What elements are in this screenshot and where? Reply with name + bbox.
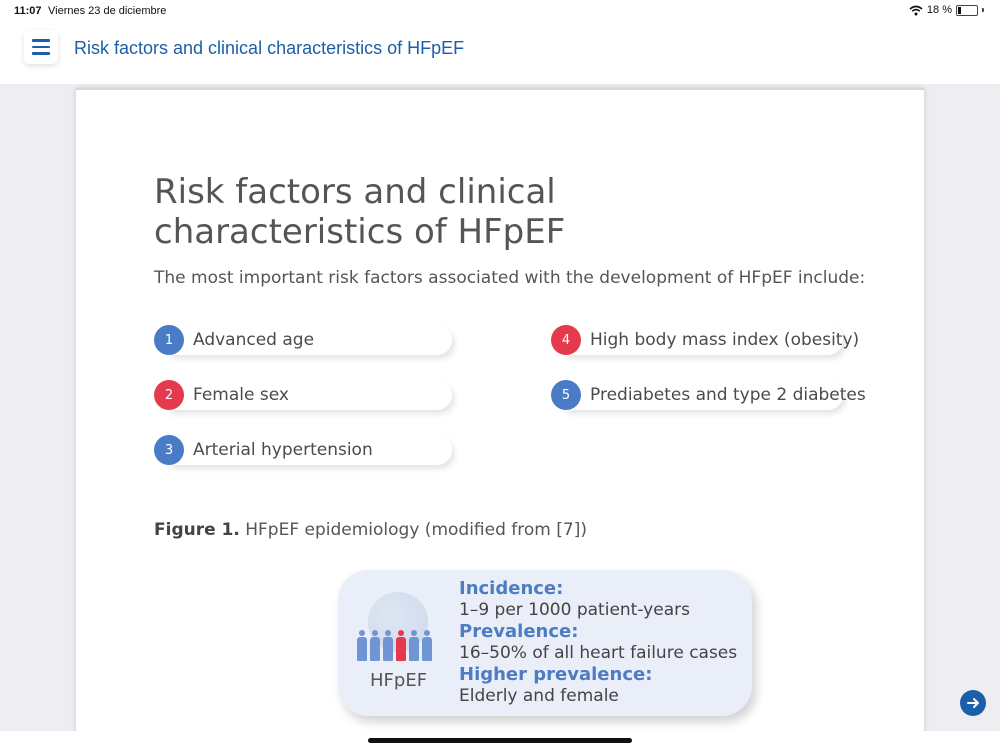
risk-factor-item: 4 High body mass index (obesity) (551, 325, 859, 355)
risk-number-badge: 4 (551, 325, 581, 355)
epidemiology-card: HFpEF Incidence: 1–9 per 1000 patient-ye… (338, 570, 752, 716)
person-icon (395, 630, 407, 664)
figure-caption-label: Figure 1. (154, 520, 240, 540)
figure-caption: Figure 1. HFpEF epidemiology (modified f… (154, 520, 587, 540)
incidence-heading: Incidence: (459, 578, 564, 599)
status-time: 11:07 (14, 5, 42, 17)
prevalence-heading: Prevalence: (459, 621, 579, 642)
battery-tip (982, 8, 984, 12)
hamburger-icon-line (32, 52, 50, 55)
hfpef-label: HFpEF (370, 670, 428, 691)
people-icon (356, 630, 433, 664)
risk-label: Arterial hypertension (193, 440, 373, 460)
risk-label: High body mass index (obesity) (590, 330, 860, 350)
header-title: Risk factors and clinical characteristic… (74, 38, 465, 58)
incidence-value: 1–9 per 1000 patient-years (459, 600, 690, 620)
epidemiology-stats: Incidence: 1–9 per 1000 patient-years Pr… (459, 578, 737, 707)
document-page[interactable]: Risk factors and clinical characteristic… (76, 88, 924, 740)
figure-caption-text: HFpEF epidemiology (modified from [7]) (239, 520, 587, 540)
hamburger-icon-line (32, 45, 50, 49)
person-icon (369, 630, 381, 664)
prevalence-value: 16–50% of all heart failure cases (459, 643, 738, 663)
battery-icon (956, 4, 978, 16)
person-icon (421, 630, 433, 664)
document-intro: The most important risk factors associat… (154, 268, 866, 288)
menu-button[interactable] (24, 30, 58, 64)
wifi-icon (909, 5, 923, 15)
risk-number-badge: 2 (154, 380, 184, 410)
risk-factor-item: 2 Female sex (154, 380, 452, 410)
risk-number-badge: 1 (154, 325, 184, 355)
risk-factor-item: 5 Prediabetes and type 2 diabetes (551, 380, 866, 410)
higher-prevalence-value: Elderly and female (459, 686, 619, 706)
risk-number-badge: 3 (154, 435, 184, 465)
battery-percent: 18 % (926, 4, 952, 16)
person-icon (356, 630, 368, 664)
app-header: Risk factors and clinical characteristic… (0, 22, 1000, 84)
hamburger-icon-line (32, 39, 50, 42)
risk-label: Female sex (193, 385, 289, 405)
status-indicators: 18 % (909, 4, 984, 16)
status-bar: 11:07 Viernes 23 de diciembre 18 % (0, 0, 1000, 22)
higher-prevalence-heading: Higher prevalence: (459, 664, 653, 685)
risk-factor-item: 3 Arterial hypertension (154, 435, 452, 465)
risk-number-badge: 5 (551, 380, 581, 410)
status-date: Viernes 23 de diciembre (48, 5, 167, 17)
person-icon (408, 630, 420, 664)
person-icon (382, 630, 394, 664)
risk-label: Prediabetes and type 2 diabetes (590, 385, 866, 405)
next-page-button[interactable] (960, 690, 986, 716)
document-title: Risk factors and clinical characteristic… (154, 172, 566, 252)
arrow-right-icon (967, 698, 979, 708)
risk-label: Advanced age (193, 330, 315, 350)
home-indicator[interactable] (368, 738, 632, 743)
risk-factor-item: 1 Advanced age (154, 325, 452, 355)
